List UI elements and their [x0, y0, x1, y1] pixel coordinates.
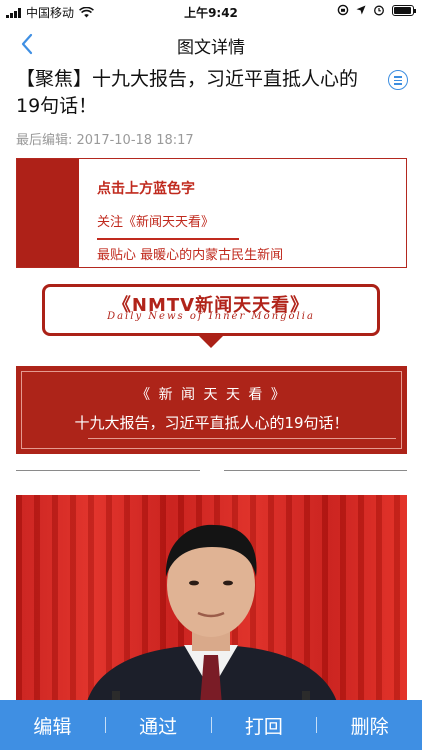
delete-button[interactable]: 删除	[317, 712, 422, 739]
banner-red-block	[17, 159, 79, 267]
speaker-figure	[86, 524, 338, 705]
article-photo	[16, 495, 407, 705]
rotation-lock-icon	[337, 4, 349, 16]
last-edited-timestamp: 最后编辑: 2017-10-18 18:17	[16, 133, 194, 148]
brand-subtitle: Daily News of Inner Mongolia	[107, 311, 315, 322]
status-right	[337, 4, 416, 16]
action-toolbar: 编辑 通过 打回 删除	[0, 700, 422, 750]
article-headline: 【聚焦】十九大报告，习近平直抵人心的19句话！	[16, 68, 359, 117]
battery-icon	[392, 4, 416, 16]
banner-rule	[97, 238, 239, 240]
brand-callout: 《NMTV新闻天天看》 Daily News of Inner Mongolia	[42, 284, 380, 336]
location-icon	[356, 5, 366, 15]
reject-button[interactable]: 打回	[212, 712, 317, 739]
status-bar: 中国移动 上午9:42	[0, 0, 422, 22]
edit-button[interactable]: 编辑	[0, 712, 105, 739]
divider-left	[16, 470, 200, 471]
follow-hint-text: 点击上方蓝色字	[97, 181, 195, 197]
title-card-title: 十九大报告，习近平直抵人心的19句话！	[74, 414, 349, 432]
alarm-icon	[374, 5, 384, 16]
follow-slogan-text: 最贴心 最暖心的内蒙古民生新闻	[97, 248, 284, 263]
nav-bar: 图文详情	[0, 22, 422, 66]
page-title: 图文详情	[177, 38, 245, 58]
follow-banner: 点击上方蓝色字 关注《新闻天天看》 最贴心 最暖心的内蒙古民生新闻	[16, 158, 407, 268]
follow-account-text: 关注《新闻天天看》	[97, 215, 215, 230]
approve-button[interactable]: 通过	[106, 712, 211, 739]
title-card-rule	[88, 438, 396, 439]
title-card: 《 新 闻 天 天 看 》 十九大报告，习近平直抵人心的19句话！	[16, 366, 407, 454]
title-card-tag: 《 新 闻 天 天 看 》	[136, 387, 287, 403]
menu-icon[interactable]	[388, 70, 408, 90]
divider-right	[224, 470, 407, 471]
callout-pointer	[199, 336, 223, 348]
